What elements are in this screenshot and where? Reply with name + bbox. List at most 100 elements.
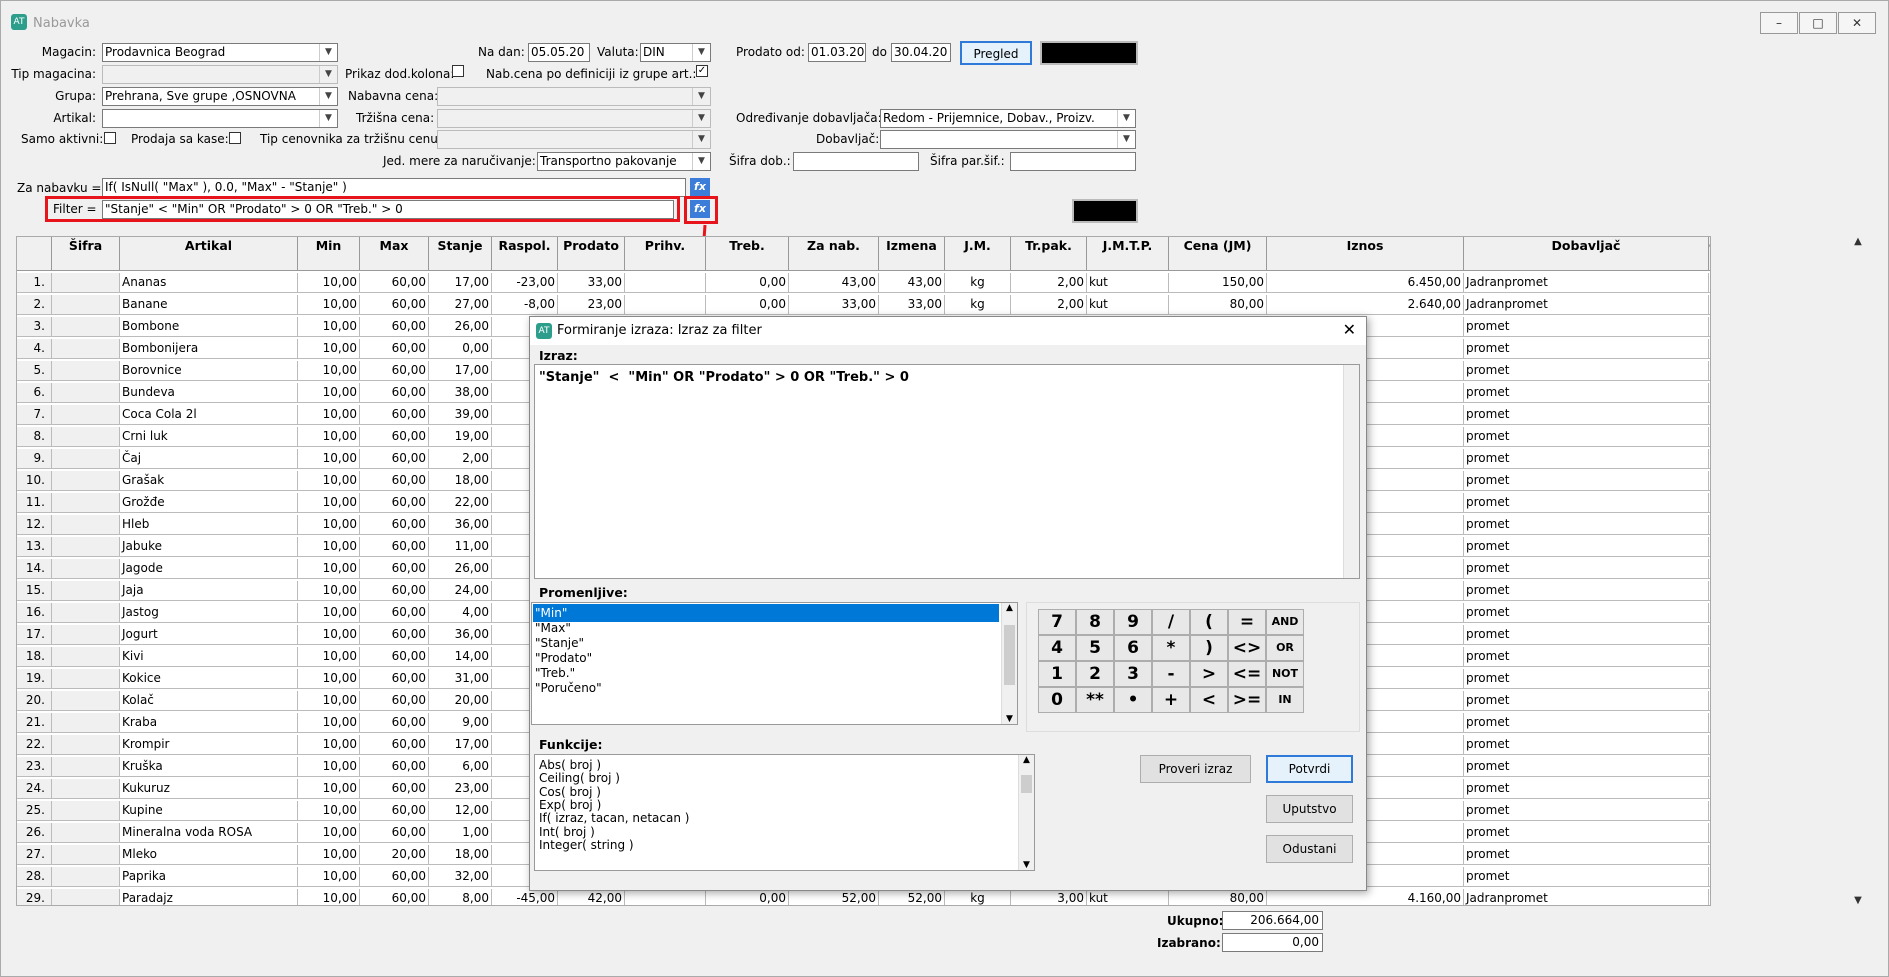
nabavna-combo[interactable]: ▼ bbox=[437, 87, 711, 106]
table-cell[interactable]: 0,00 bbox=[706, 273, 789, 293]
grid-header[interactable]: Dobavljač bbox=[1464, 237, 1709, 271]
cell-carinska[interactable] bbox=[1709, 427, 1710, 447]
table-cell[interactable]: 10,00 bbox=[298, 779, 360, 799]
grid-header[interactable]: Za nab. bbox=[789, 237, 879, 271]
table-cell[interactable]: 26,00 bbox=[429, 559, 492, 579]
table-cell[interactable]: 10,00 bbox=[298, 691, 360, 711]
cell-carinska[interactable] bbox=[1709, 317, 1710, 337]
table-cell[interactable]: 36,00 bbox=[429, 625, 492, 645]
table-cell[interactable]: Crni luk bbox=[120, 427, 298, 447]
tip-cenovnika-combo[interactable]: ▼ bbox=[437, 130, 711, 149]
table-cell[interactable]: 26,00 bbox=[429, 317, 492, 337]
table-row[interactable]: 2. Banane 10,00 60,00 27,00 -8,00 23,00 0,00 33,… bbox=[17, 295, 1710, 315]
table-cell[interactable]: 80,00 bbox=[1169, 295, 1267, 315]
table-cell[interactable]: 60,00 bbox=[360, 361, 429, 381]
cell-sifra[interactable] bbox=[52, 867, 120, 887]
table-cell[interactable]: promet bbox=[1464, 779, 1709, 799]
row-number[interactable]: 23. bbox=[17, 757, 52, 777]
table-cell[interactable]: promet bbox=[1464, 823, 1709, 843]
cell-sifra[interactable] bbox=[52, 383, 120, 403]
dobavljac-combo[interactable]: ▼ bbox=[880, 130, 1136, 149]
table-cell[interactable]: Coca Cola 2l bbox=[120, 405, 298, 425]
grid-header[interactable]: Izmena bbox=[879, 237, 945, 271]
table-cell[interactable]: 60,00 bbox=[360, 713, 429, 733]
table-cell[interactable]: 33,00 bbox=[789, 295, 879, 315]
na-dan-field[interactable]: 05.05.20 bbox=[528, 43, 590, 62]
table-cell[interactable]: 10,00 bbox=[298, 449, 360, 469]
cell-carinska[interactable] bbox=[1709, 691, 1710, 711]
table-cell[interactable]: 12,00 bbox=[429, 801, 492, 821]
table-cell[interactable]: 32,00 bbox=[429, 867, 492, 887]
table-cell[interactable]: promet bbox=[1464, 735, 1709, 755]
cell-sifra[interactable] bbox=[52, 779, 120, 799]
table-cell[interactable]: Kraba bbox=[120, 713, 298, 733]
grid-header[interactable]: Treb. bbox=[706, 237, 789, 271]
table-cell[interactable]: promet bbox=[1464, 845, 1709, 865]
cell-carinska[interactable] bbox=[1709, 361, 1710, 381]
uputstvo-button[interactable]: Uputstvo bbox=[1266, 795, 1353, 823]
cell-carinska[interactable] bbox=[1709, 273, 1710, 293]
potvrdi-button[interactable]: Potvrdi bbox=[1266, 755, 1353, 783]
table-cell[interactable]: 60,00 bbox=[360, 559, 429, 579]
grid-header[interactable]: Cena (JM) bbox=[1169, 237, 1267, 271]
table-cell[interactable]: 10,00 bbox=[298, 471, 360, 491]
artikal-combo[interactable]: ▼ bbox=[102, 109, 338, 128]
cell-carinska[interactable] bbox=[1709, 383, 1710, 403]
operator-key[interactable]: / bbox=[1152, 609, 1190, 635]
table-cell[interactable]: Krompir bbox=[120, 735, 298, 755]
cell-sifra[interactable] bbox=[52, 361, 120, 381]
maximize-button[interactable]: □ bbox=[1799, 12, 1837, 34]
operator-key[interactable]: 1 bbox=[1038, 661, 1076, 687]
operator-key[interactable]: 0 bbox=[1038, 687, 1076, 713]
grupa-combo[interactable]: Prehrana, Sve grupe ,OSNOVNA ▼ bbox=[102, 87, 338, 106]
scroll-thumb[interactable] bbox=[1021, 775, 1032, 793]
operator-key[interactable]: NOT bbox=[1266, 661, 1304, 687]
grid-header[interactable]: Prihv. bbox=[625, 237, 706, 271]
table-cell[interactable]: 60,00 bbox=[360, 515, 429, 535]
cell-sifra[interactable] bbox=[52, 427, 120, 447]
grid-header[interactable]: J.M.T.P. bbox=[1087, 237, 1169, 271]
row-number[interactable]: 25. bbox=[17, 801, 52, 821]
chevron-up-icon[interactable]: ▲ bbox=[1019, 755, 1034, 765]
table-cell[interactable]: Kukuruz bbox=[120, 779, 298, 799]
operator-key[interactable]: <= bbox=[1228, 661, 1266, 687]
magacin-combo[interactable]: Prodavnica Beograd ▼ bbox=[102, 43, 338, 62]
table-cell[interactable]: Jagode bbox=[120, 559, 298, 579]
table-cell[interactable]: 20,00 bbox=[429, 691, 492, 711]
table-cell[interactable]: 10,00 bbox=[298, 361, 360, 381]
operator-key[interactable]: + bbox=[1152, 687, 1190, 713]
table-cell[interactable]: kut bbox=[1087, 273, 1169, 293]
cell-carinska[interactable] bbox=[1709, 603, 1710, 623]
cell-carinska[interactable] bbox=[1709, 867, 1710, 887]
table-cell[interactable]: 10,00 bbox=[298, 493, 360, 513]
table-row[interactable]: 29. Paradajz 10,00 60,00 8,00 -45,00 42,00 0,00… bbox=[17, 889, 1709, 905]
table-cell[interactable]: 10,00 bbox=[298, 647, 360, 667]
table-cell[interactable]: promet bbox=[1464, 625, 1709, 645]
table-cell[interactable]: Bombone bbox=[120, 317, 298, 337]
table-cell[interactable]: promet bbox=[1464, 801, 1709, 821]
table-cell[interactable]: 60,00 bbox=[360, 427, 429, 447]
cell-carinska[interactable] bbox=[1709, 757, 1710, 777]
table-cell[interactable]: promet bbox=[1464, 537, 1709, 557]
row-number[interactable]: 22. bbox=[17, 735, 52, 755]
row-number[interactable]: 11. bbox=[17, 493, 52, 513]
pregled-button[interactable]: Pregled bbox=[960, 41, 1032, 65]
cell-sifra[interactable] bbox=[52, 889, 120, 905]
table-cell[interactable]: 60,00 bbox=[360, 691, 429, 711]
table-cell[interactable]: 23,00 bbox=[558, 295, 625, 315]
chevron-up-icon[interactable]: ▲ bbox=[1002, 603, 1017, 613]
cell-carinska[interactable] bbox=[1709, 845, 1710, 865]
trzisna-combo[interactable]: ▼ bbox=[437, 109, 711, 128]
grid-header[interactable]: Carinska tarifa bbox=[1709, 237, 1710, 271]
table-cell[interactable]: 10,00 bbox=[298, 669, 360, 689]
table-cell[interactable]: promet bbox=[1464, 339, 1709, 359]
table-cell[interactable]: kut bbox=[1087, 295, 1169, 315]
table-cell[interactable]: 10,00 bbox=[298, 581, 360, 601]
table-cell[interactable]: 10,00 bbox=[298, 823, 360, 843]
operator-key[interactable]: AND bbox=[1266, 609, 1304, 635]
izraz-textarea[interactable]: "Stanje" < "Min" OR "Prodato" > 0 OR "Tr… bbox=[534, 364, 1360, 579]
row-number[interactable]: 5. bbox=[17, 361, 52, 381]
close-icon[interactable]: ✕ bbox=[1343, 320, 1356, 339]
table-cell[interactable]: promet bbox=[1464, 449, 1709, 469]
operator-key[interactable]: < bbox=[1190, 687, 1228, 713]
